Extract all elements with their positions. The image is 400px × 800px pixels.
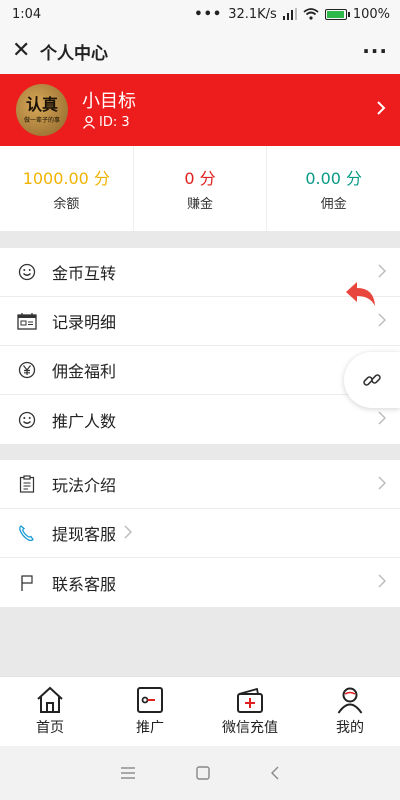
title-bar: ✕ 个人中心 ··· <box>0 28 400 74</box>
stat-balance[interactable]: 1000.00 分 余额 <box>0 146 134 231</box>
menu-item-records[interactable]: 记录明细 <box>0 297 400 346</box>
menu-item-label: 佣金福利 <box>52 362 117 381</box>
tab-home[interactable]: 首页 <box>0 677 100 746</box>
user-outline-icon <box>82 115 96 129</box>
close-icon[interactable]: ✕ <box>12 40 40 62</box>
home-square-icon[interactable] <box>196 766 210 780</box>
more-options-icon[interactable]: ··· <box>362 39 388 63</box>
status-bar: 1:04 ••• 32.1K/s 100% <box>0 0 400 28</box>
stat-label: 余额 <box>53 197 80 212</box>
stat-label: 佣金 <box>320 197 347 212</box>
bottom-tab-bar: 首页 推广 微信充值 我的 <box>0 676 400 746</box>
stat-commission[interactable]: 0.00 分 佣金 <box>267 146 400 231</box>
menu-item-referral-count[interactable]: 推广人数 <box>0 395 400 444</box>
stat-value: 0.00 分 <box>305 169 363 188</box>
battery-icon <box>324 8 350 20</box>
back-icon[interactable] <box>270 766 280 780</box>
clipboard-icon <box>16 475 38 493</box>
tab-promote[interactable]: 推广 <box>100 677 200 746</box>
page-title: 个人中心 <box>40 43 108 64</box>
tab-label: 首页 <box>36 720 64 736</box>
battery-percent: 100% <box>352 6 390 22</box>
menu-item-withdraw-support[interactable]: 提现客服 <box>0 509 400 558</box>
stat-label: 赚金 <box>187 197 214 212</box>
menu-group-help: 玩法介绍 提现客服 联系客服 <box>0 460 400 607</box>
user-id: ID: 3 <box>99 114 130 130</box>
avatar-subtext: 做一辈子的事 <box>23 116 60 124</box>
menu-item-coin-transfer[interactable]: 金币互转 <box>0 248 400 297</box>
menu-item-label: 玩法介绍 <box>52 476 117 495</box>
smile-icon <box>16 411 38 429</box>
menu-item-label: 提现客服 <box>52 525 117 544</box>
tab-me[interactable]: 我的 <box>300 677 400 746</box>
menu-item-contact-support[interactable]: 联系客服 <box>0 558 400 607</box>
stat-value: 0 分 <box>184 169 216 188</box>
tab-wechat-recharge[interactable]: 微信充值 <box>200 677 300 746</box>
stat-earnings[interactable]: 0 分 赚金 <box>134 146 268 231</box>
link-icon <box>363 374 381 386</box>
floating-link-button[interactable] <box>344 352 400 408</box>
menu-group-account: 金币互转 记录明细 佣金福利 推广人数 <box>0 248 400 444</box>
user-name: 小目标 <box>82 90 136 112</box>
chevron-right-icon <box>378 410 387 429</box>
menu-item-label: 推广人数 <box>52 411 117 431</box>
yen-icon <box>16 361 38 379</box>
status-indicators: ••• 32.1K/s 100% <box>194 7 390 22</box>
chevron-right-icon <box>378 475 387 494</box>
wifi-icon <box>303 8 319 20</box>
stat-value: 1000.00 分 <box>22 169 110 188</box>
avatar-text: 认真 <box>25 94 58 114</box>
user-id-row: ID: 3 <box>82 115 376 130</box>
undo-arrow-icon[interactable] <box>342 278 382 318</box>
menu-icon[interactable] <box>120 767 136 779</box>
tab-label: 推广 <box>136 720 164 736</box>
smile-icon <box>16 263 38 281</box>
home-icon <box>37 686 63 713</box>
profile-header[interactable]: 认真 做一辈子的事 小目标 ID: 3 <box>0 74 400 146</box>
notification-dots-icon: ••• <box>194 6 223 22</box>
user-icon <box>337 687 363 714</box>
chevron-right-icon <box>376 100 386 121</box>
share-box-icon <box>137 687 163 713</box>
network-speed: 32.1K/s <box>228 6 277 22</box>
system-nav-bar <box>0 746 400 800</box>
chevron-right-icon <box>124 524 133 543</box>
avatar[interactable]: 认真 做一辈子的事 <box>16 84 68 136</box>
flag-icon <box>16 574 38 592</box>
signal-icon <box>282 8 297 20</box>
calendar-icon <box>16 312 38 330</box>
menu-item-label: 金币互转 <box>52 264 117 283</box>
tab-label: 微信充值 <box>222 720 278 736</box>
profile-info: 小目标 ID: 3 <box>82 91 376 130</box>
menu-item-commission-benefits[interactable]: 佣金福利 <box>0 346 400 395</box>
menu-item-how-to-play[interactable]: 玩法介绍 <box>0 460 400 509</box>
menu-item-label: 记录明细 <box>52 313 117 332</box>
stats-row: 1000.00 分 余额 0 分 赚金 0.00 分 佣金 <box>0 146 400 231</box>
menu-item-label: 联系客服 <box>52 574 117 594</box>
chevron-right-icon <box>378 573 387 592</box>
wallet-icon <box>237 687 263 713</box>
tab-label: 我的 <box>336 720 364 736</box>
status-time: 1:04 <box>12 6 42 22</box>
phone-icon <box>16 524 38 542</box>
